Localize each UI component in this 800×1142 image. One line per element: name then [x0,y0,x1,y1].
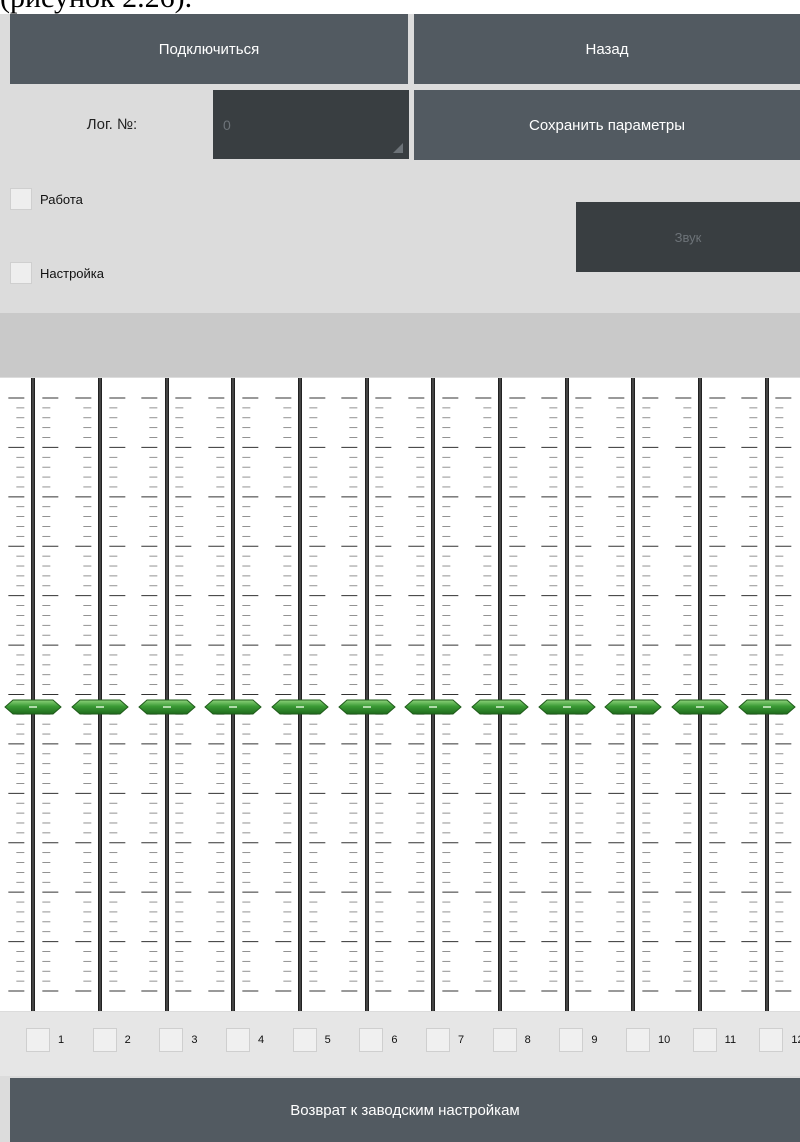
slider-thumb[interactable] [670,699,730,715]
slider-track [31,378,36,1011]
channel-slider-10[interactable] [600,378,667,1011]
slider-track [497,378,502,1011]
setup-label: Настройка [40,266,104,281]
channel-checkbox-row: 123456789101112 [0,1012,800,1076]
channel-label: 7 [458,1034,465,1046]
back-button[interactable]: Назад [414,14,800,84]
log-number-label: Лог. №: [86,115,138,133]
channel-slider-5[interactable] [267,378,334,1011]
slider-track [297,378,302,1011]
channel-option-2[interactable]: 2 [92,1028,131,1052]
divider-band [0,313,800,377]
setup-checkbox[interactable] [10,262,32,284]
channel-label: 5 [324,1034,331,1046]
channel-label: 2 [124,1034,131,1046]
work-label: Работа [40,192,83,207]
setup-mode-option[interactable]: Настройка [10,262,104,284]
channel-checkbox[interactable] [759,1028,784,1052]
channel-slider-6[interactable] [333,378,400,1011]
channel-checkbox[interactable] [159,1028,184,1052]
slider-track [231,378,236,1011]
slider-track [364,378,369,1011]
slider-thumb[interactable] [337,699,397,715]
channel-slider-8[interactable] [467,378,534,1011]
slider-thumb[interactable] [537,699,597,715]
channel-option-5[interactable]: 5 [292,1028,331,1052]
channel-label: 1 [58,1034,65,1046]
channel-slider-1[interactable] [0,378,67,1011]
channel-label: 12 [791,1034,800,1046]
channel-label: 6 [391,1034,398,1046]
channel-slider-7[interactable] [400,378,467,1011]
slider-track [164,378,169,1011]
channel-option-8[interactable]: 8 [492,1028,531,1052]
slider-track [764,378,769,1011]
connect-button[interactable]: Подключиться [10,14,408,84]
log-number-value: 0 [223,116,231,133]
channel-label: 9 [591,1034,598,1046]
channel-option-1[interactable]: 1 [26,1028,64,1052]
channel-label: 3 [191,1034,198,1046]
channel-slider-9[interactable] [533,378,600,1011]
channel-checkbox[interactable] [359,1028,384,1052]
slider-thumb[interactable] [603,699,663,715]
save-parameters-button[interactable]: Сохранить параметры [414,90,800,160]
channel-checkbox[interactable] [559,1028,584,1052]
channel-label: 10 [658,1034,671,1046]
channel-slider-3[interactable] [133,378,200,1011]
slider-track [564,378,569,1011]
slider-thumb[interactable] [403,699,463,715]
slider-thumb[interactable] [470,699,530,715]
resize-corner-icon [393,143,403,153]
channel-slider-4[interactable] [200,378,267,1011]
channel-checkbox[interactable] [26,1028,50,1052]
app-window: Подключиться Назад Лог. №: 0 Сохранить п… [0,14,800,1142]
channel-slider-12[interactable] [733,378,800,1011]
slider-thumb[interactable] [70,699,130,715]
channel-option-4[interactable]: 4 [226,1028,264,1052]
channel-checkbox[interactable] [492,1028,517,1052]
slider-track [631,378,636,1011]
channel-checkbox[interactable] [292,1028,317,1052]
channel-option-11[interactable]: 11 [692,1028,737,1052]
slider-thumb[interactable] [3,699,63,715]
slider-track [697,378,702,1011]
log-number-input[interactable]: 0 [213,90,409,159]
channel-option-9[interactable]: 9 [559,1028,597,1052]
slider-thumb[interactable] [137,699,197,715]
sound-button[interactable]: Звук [576,202,800,272]
channel-label: 11 [724,1034,737,1046]
channel-slider-11[interactable] [667,378,734,1011]
work-checkbox[interactable] [10,188,32,210]
channel-checkbox[interactable] [692,1028,717,1052]
slider-track [431,378,436,1011]
channel-label: 4 [258,1034,265,1046]
channel-label: 8 [524,1034,531,1046]
slider-track [97,378,102,1011]
factory-reset-button[interactable]: Возврат к заводским настройкам [10,1078,800,1142]
slider-thumb[interactable] [737,699,797,715]
channel-checkbox[interactable] [426,1028,450,1052]
channel-option-6[interactable]: 6 [359,1028,397,1052]
channel-slider-2[interactable] [67,378,134,1011]
channel-option-10[interactable]: 10 [626,1028,670,1052]
channel-checkbox[interactable] [226,1028,250,1052]
slider-thumb[interactable] [203,699,263,715]
channel-option-12[interactable]: 12 [759,1028,800,1052]
slider-thumb[interactable] [270,699,330,715]
slider-panel [0,378,800,1011]
channel-checkbox[interactable] [626,1028,650,1052]
work-mode-option[interactable]: Работа [10,188,83,210]
channel-option-7[interactable]: 7 [426,1028,464,1052]
channel-option-3[interactable]: 3 [159,1028,197,1052]
channel-checkbox[interactable] [92,1028,117,1052]
